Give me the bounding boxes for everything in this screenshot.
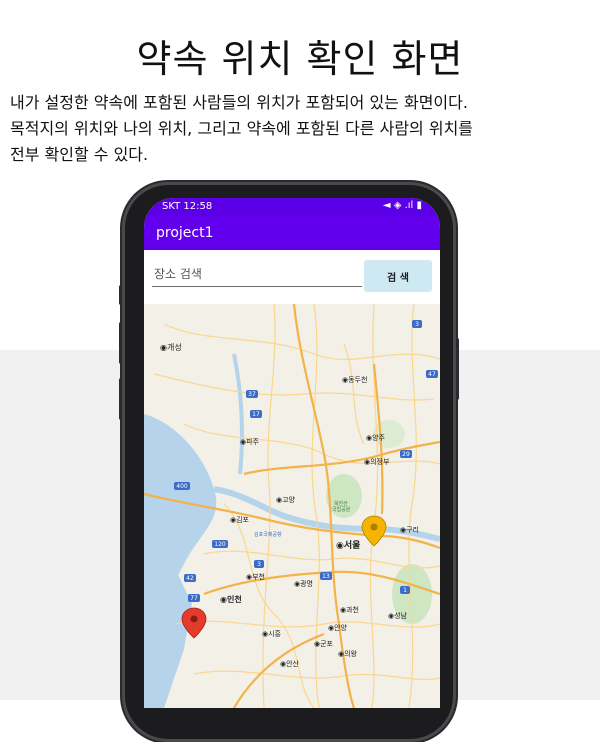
app-bar: project1 — [144, 216, 440, 250]
label-incheon: ◉인천 — [220, 594, 242, 604]
label-uijeongbu: ◉의정부 — [364, 457, 390, 466]
label-seongnam: ◉성남 — [388, 611, 408, 620]
page-description: 내가 설정한 약속에 포함된 사람들의 위치가 포함되어 있는 화면이다. 목적… — [10, 90, 595, 168]
label-bucheon: ◉부천 — [246, 572, 265, 581]
search-row: 검 색 — [144, 250, 440, 304]
route-badge-label: 3 — [257, 561, 261, 568]
label-gwacheon: ◉과천 — [340, 605, 359, 614]
description-line: 목적지의 위치와 나의 위치, 그리고 약속에 포함된 다른 사람의 위치를 — [10, 119, 474, 138]
label-guri: ◉구리 — [400, 525, 419, 534]
page-title: 약속 위치 확인 화면 — [136, 37, 464, 81]
label-gimpo-airport: 김포국제공항 — [254, 531, 282, 538]
map-view[interactable]: 37 17 3 47 29 400 120 42 77 3 13 1 ◉개성 ◉… — [144, 304, 440, 708]
search-button[interactable]: 검 색 — [364, 260, 432, 292]
route-badge-label: 37 — [248, 391, 256, 398]
label-gwangmyeong: ◉광명 — [294, 579, 313, 588]
route-badge-label: 120 — [214, 541, 226, 548]
label-seoul: ◉서울 — [336, 539, 360, 551]
route-badge-label: 77 — [190, 595, 198, 602]
label-goyang: ◉고양 — [276, 496, 296, 504]
label-paju: ◉파주 — [240, 437, 260, 446]
label-gunpo: ◉군포 — [314, 640, 334, 648]
phone-screen: SKT 12:58 ◄ ◈ .ıl ▮ project1 검 색 — [144, 198, 440, 708]
label-siheung: ◉시흥 — [262, 629, 282, 638]
route-badge-label: 42 — [186, 575, 194, 582]
label-dongducheon: ◉동두천 — [342, 375, 367, 384]
label-national-park: 국립공원 — [332, 506, 351, 513]
label-kaesong: ◉개성 — [160, 342, 182, 352]
route-badge-label: 1 — [403, 587, 407, 594]
route-badge-label: 29 — [402, 451, 410, 458]
route-badge-label: 47 — [428, 371, 436, 378]
status-icons: ◄ ◈ .ıl ▮ — [382, 200, 422, 211]
label-gimpo: ◉김포 — [230, 516, 250, 524]
label-bukhansan: 북한산 — [334, 500, 348, 507]
place-search-input[interactable] — [152, 264, 362, 287]
route-badge-label: 17 — [252, 411, 260, 418]
description-line: 내가 설정한 약속에 포함된 사람들의 위치가 포함되어 있는 화면이다. — [10, 93, 468, 112]
app-title: project1 — [156, 225, 214, 241]
route-badge-label: 13 — [322, 573, 330, 580]
status-carrier-time: SKT 12:58 — [162, 201, 213, 212]
label-anyang: ◉안양 — [328, 623, 348, 632]
route-badge-label: 3 — [415, 321, 419, 328]
label-yangju: ◉양주 — [366, 434, 386, 442]
description-line: 전부 확인할 수 있다. — [10, 145, 149, 164]
status-bar: SKT 12:58 ◄ ◈ .ıl ▮ — [144, 198, 440, 216]
label-uiwang: ◉의왕 — [338, 649, 358, 658]
route-badge-label: 400 — [176, 483, 188, 490]
label-ansan: ◉안산 — [280, 659, 300, 668]
